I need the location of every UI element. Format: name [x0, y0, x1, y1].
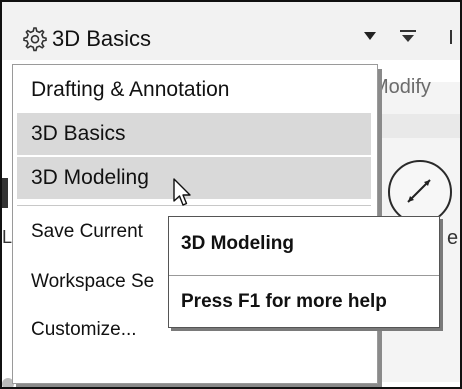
tooltip-divider: [169, 275, 439, 276]
ribbon-tab-modify[interactable]: Modify: [372, 76, 431, 99]
screenshot-frame: Modify L e 3D Basics Drafting & Annotati…: [0, 0, 462, 389]
ribbon-strip: [374, 114, 460, 138]
customize-toolbar-icon[interactable]: [400, 30, 416, 44]
gear-icon: [23, 27, 47, 52]
tooltip: 3D Modeling Press F1 for more help: [168, 216, 440, 328]
tooltip-help-text: Press F1 for more help: [181, 291, 387, 312]
menu-separator: [17, 205, 371, 206]
side-edge: [2, 178, 8, 208]
menu-item-label: Customize...: [31, 319, 137, 340]
menu-item-label: Workspace Se: [31, 271, 155, 292]
mouse-pointer-icon: [173, 178, 191, 206]
tooltip-title: 3D Modeling: [181, 233, 294, 254]
menu-item-3d-modeling[interactable]: 3D Modeling: [17, 157, 371, 199]
menu-item-label: Drafting & Annotation: [31, 78, 230, 101]
background-fragment: L: [2, 227, 13, 247]
workspace-current-label: 3D Basics: [52, 26, 152, 51]
menu-item-label: 3D Modeling: [31, 166, 149, 189]
dimension-tool-icon[interactable]: [388, 160, 452, 224]
background-fragment-e: e: [447, 227, 459, 249]
menu-item-label: 3D Basics: [31, 122, 126, 145]
menu-item-drafting-annotation[interactable]: Drafting & Annotation: [17, 69, 371, 111]
menu-item-3d-basics[interactable]: 3D Basics: [17, 113, 371, 155]
toolbar-overflow-icon: [450, 30, 452, 44]
chevron-down-icon[interactable]: [364, 32, 376, 40]
menu-item-label: Save Current: [31, 221, 143, 242]
workspace-switcher[interactable]: 3D Basics: [12, 14, 376, 64]
